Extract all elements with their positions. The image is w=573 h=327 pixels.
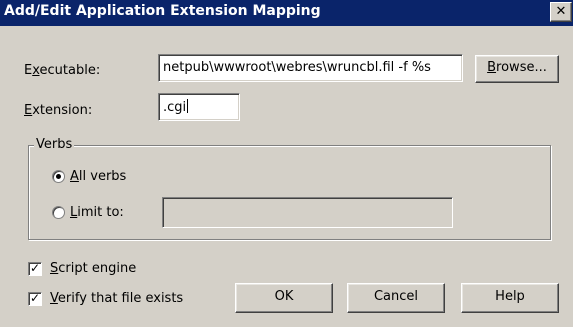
cancel-label: Cancel xyxy=(373,289,419,304)
executable-value: netpub\wwwroot\webres\wruncbl.fil -f %s xyxy=(163,60,431,75)
executable-label: Executable: xyxy=(24,63,101,78)
ok-label: OK xyxy=(274,289,294,304)
check-icon: ✓ xyxy=(29,261,41,275)
window-title: Add/Edit Application Extension Mapping xyxy=(4,3,321,19)
verbs-legend: Verbs xyxy=(34,137,75,152)
browse-button[interactable]: Browse... xyxy=(475,55,559,83)
script-engine-checkbox[interactable]: ✓ xyxy=(28,262,42,276)
limit-to-field[interactable] xyxy=(162,197,453,228)
title-bar[interactable]: Add/Edit Application Extension Mapping ✕ xyxy=(0,0,573,26)
extension-field[interactable]: .cgi xyxy=(158,93,240,121)
executable-field[interactable]: netpub\wwwroot\webres\wruncbl.fil -f %s xyxy=(158,54,463,82)
verify-file-checkbox[interactable]: ✓ xyxy=(28,292,42,306)
all-verbs-radio[interactable] xyxy=(52,170,65,183)
extension-label: Extension: xyxy=(24,103,93,118)
text-caret xyxy=(187,99,189,113)
extension-value: .cgi xyxy=(163,100,187,115)
close-button[interactable]: ✕ xyxy=(550,2,572,22)
close-icon: ✕ xyxy=(555,4,567,19)
limit-to-radio[interactable] xyxy=(52,206,65,219)
cancel-button[interactable]: Cancel xyxy=(347,283,445,313)
help-label: Help xyxy=(495,289,525,304)
verify-file-label[interactable]: Verify that file exists xyxy=(50,291,183,306)
ok-button[interactable]: OK xyxy=(235,283,333,313)
script-engine-label[interactable]: Script engine xyxy=(50,261,136,276)
all-verbs-label[interactable]: All verbs xyxy=(70,169,126,184)
limit-to-label[interactable]: Limit to: xyxy=(70,205,124,220)
help-button[interactable]: Help xyxy=(461,283,559,313)
check-icon: ✓ xyxy=(29,291,41,305)
